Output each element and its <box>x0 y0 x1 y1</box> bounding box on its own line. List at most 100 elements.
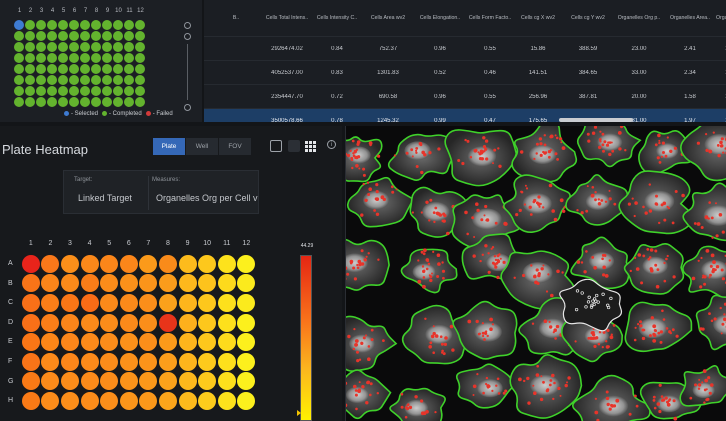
heatmap-well[interactable] <box>41 391 60 410</box>
plate-well[interactable] <box>58 31 68 41</box>
plate-well[interactable] <box>124 86 134 96</box>
heatmap-well[interactable] <box>119 333 138 352</box>
plate-well[interactable] <box>47 75 57 85</box>
view-toggle[interactable] <box>288 140 300 152</box>
plate-well[interactable] <box>36 86 46 96</box>
plate-well[interactable] <box>124 20 134 30</box>
plate-well[interactable] <box>135 42 145 52</box>
heatmap-well[interactable] <box>178 391 197 410</box>
heatmap-well[interactable] <box>139 333 158 352</box>
plate-well[interactable] <box>124 64 134 74</box>
column-header[interactable]: Cells cg Y wv2 <box>562 15 614 21</box>
heatmap-well[interactable] <box>21 254 40 273</box>
heatmap-well[interactable] <box>139 313 158 332</box>
plate-well[interactable] <box>25 86 35 96</box>
table-row-selected[interactable]: 3500578.660.781245.320.990.47175.65387.3… <box>204 108 726 122</box>
plate-well[interactable] <box>25 42 35 52</box>
heatmap-well[interactable] <box>139 372 158 391</box>
heatmap-well[interactable] <box>119 313 138 332</box>
plate-well[interactable] <box>135 64 145 74</box>
plate-well[interactable] <box>25 75 35 85</box>
plate-well[interactable] <box>102 64 112 74</box>
heatmap-well[interactable] <box>60 391 79 410</box>
plate-well[interactable] <box>58 42 68 52</box>
heatmap-well[interactable] <box>158 254 177 273</box>
heatmap-well[interactable] <box>178 293 197 312</box>
plate-well[interactable] <box>47 31 57 41</box>
plate-well[interactable] <box>36 64 46 74</box>
heatmap-well[interactable] <box>237 391 256 410</box>
column-header[interactable]: B.. <box>210 15 262 21</box>
heatmap-well[interactable] <box>21 333 40 352</box>
heatmap-well[interactable] <box>198 372 217 391</box>
table-row[interactable]: 2926474.02 0.84 752.37 0.96 0.55 15.86 388.59 2… <box>204 36 726 60</box>
plate-well[interactable] <box>36 75 46 85</box>
plate-well[interactable] <box>58 86 68 96</box>
heatmap-well[interactable] <box>198 274 217 293</box>
heatmap-well[interactable] <box>80 313 99 332</box>
plate-well[interactable] <box>69 31 79 41</box>
heatmap-well[interactable] <box>21 391 40 410</box>
heatmap-well[interactable] <box>119 352 138 371</box>
plate-well[interactable] <box>102 75 112 85</box>
plate-well[interactable] <box>135 75 145 85</box>
plate-well[interactable] <box>47 97 57 107</box>
plate-well[interactable] <box>69 42 79 52</box>
heatmap-well[interactable] <box>21 313 40 332</box>
grid-view-icon[interactable] <box>304 140 316 152</box>
plate-well[interactable] <box>36 53 46 63</box>
heatmap-well[interactable] <box>198 333 217 352</box>
heatmap-well[interactable] <box>119 274 138 293</box>
heatmap-well[interactable] <box>158 352 177 371</box>
plate-well[interactable] <box>124 31 134 41</box>
column-header[interactable]: Cells Intensity C.. <box>312 15 362 21</box>
heatmap-well[interactable] <box>60 372 79 391</box>
heatmap-well[interactable] <box>119 254 138 273</box>
heatmap-well[interactable] <box>119 293 138 312</box>
heatmap-well[interactable] <box>217 333 236 352</box>
heatmap-well[interactable] <box>178 333 197 352</box>
plate-well[interactable] <box>14 86 24 96</box>
plate-well[interactable] <box>36 20 46 30</box>
heatmap-well[interactable] <box>21 274 40 293</box>
column-header[interactable]: Organelles Area.. <box>664 15 716 21</box>
heatmap-well[interactable] <box>217 391 236 410</box>
plate-well[interactable] <box>36 31 46 41</box>
plate-well[interactable] <box>91 64 101 74</box>
plate-well[interactable] <box>124 97 134 107</box>
column-header[interactable]: Organelles Fo <box>716 15 726 21</box>
heatmap-well[interactable] <box>139 274 158 293</box>
heatmap-well[interactable] <box>217 254 236 273</box>
plate-well[interactable] <box>91 97 101 107</box>
heatmap-well[interactable] <box>60 313 79 332</box>
heatmap-well[interactable] <box>237 372 256 391</box>
heatmap-well[interactable] <box>139 293 158 312</box>
heatmap-well[interactable] <box>80 293 99 312</box>
info-icon[interactable]: i <box>327 140 336 149</box>
plate-well[interactable] <box>91 75 101 85</box>
plate-well[interactable] <box>91 53 101 63</box>
heatmap-well[interactable] <box>237 313 256 332</box>
plate-well[interactable] <box>14 64 24 74</box>
plate-well[interactable] <box>69 64 79 74</box>
plate-well[interactable] <box>91 42 101 52</box>
heatmap-well[interactable] <box>41 352 60 371</box>
plate-well[interactable] <box>113 31 123 41</box>
plate-well[interactable] <box>102 42 112 52</box>
plate-well[interactable] <box>124 42 134 52</box>
heatmap-well[interactable] <box>198 254 217 273</box>
heatmap-well[interactable] <box>237 333 256 352</box>
heatmap-well[interactable] <box>198 391 217 410</box>
zoom-slider[interactable] <box>187 44 188 100</box>
heatmap-well[interactable] <box>178 274 197 293</box>
heatmap-well[interactable] <box>21 372 40 391</box>
plate-well[interactable] <box>14 31 24 41</box>
plate-well[interactable] <box>36 42 46 52</box>
heatmap-well[interactable] <box>100 372 119 391</box>
heatmap-well[interactable] <box>158 391 177 410</box>
heatmap-well[interactable] <box>100 333 119 352</box>
heatmap-well[interactable] <box>100 313 119 332</box>
plate-well[interactable] <box>124 75 134 85</box>
plate-well[interactable] <box>113 42 123 52</box>
plate-well[interactable] <box>14 42 24 52</box>
